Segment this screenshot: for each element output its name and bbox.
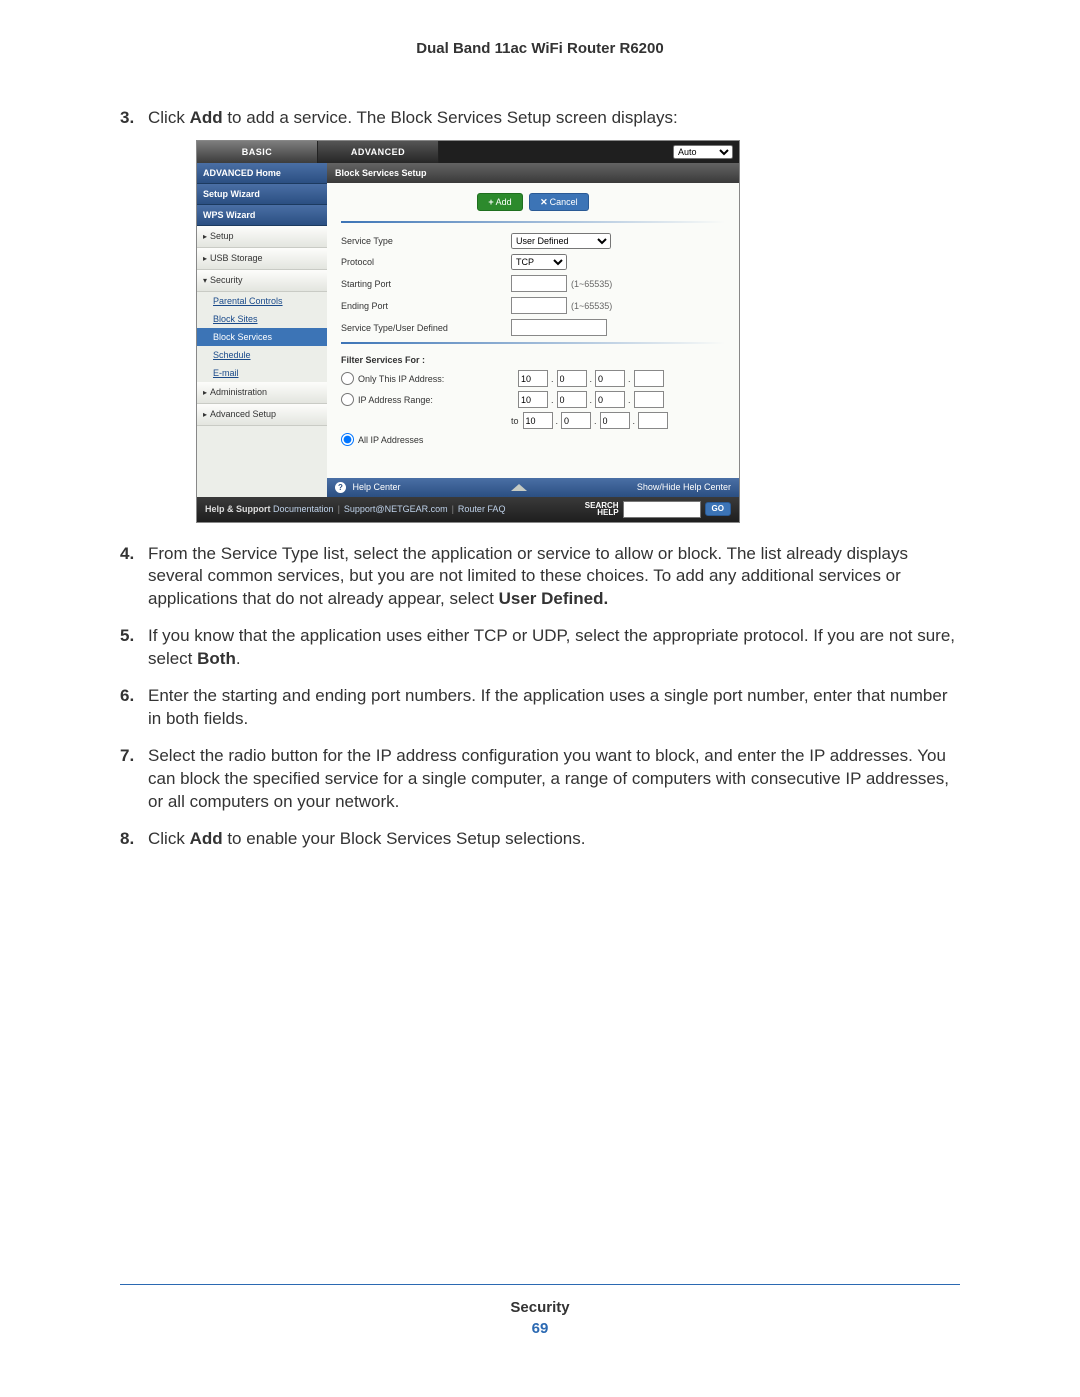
service-type-select[interactable]: User Defined <box>511 233 611 249</box>
only-this-ip-radio[interactable] <box>341 372 354 385</box>
starting-port-input[interactable] <box>511 275 567 292</box>
router-faq-link[interactable]: Router FAQ <box>458 503 506 515</box>
tab-basic[interactable]: BASIC <box>197 141 318 163</box>
ip-range-radio[interactable] <box>341 393 354 406</box>
add-button[interactable]: +Add <box>477 193 522 211</box>
footer-page-number: 69 <box>120 1320 960 1337</box>
service-user-defined-input[interactable] <box>511 319 607 336</box>
step-4: 4. From the Service Type list, select th… <box>120 543 960 612</box>
step-3-bold: Add <box>190 108 223 127</box>
step-7-text: Select the radio button for the IP addre… <box>148 746 949 811</box>
support-link[interactable]: Support@NETGEAR.com <box>344 503 448 515</box>
sidebar-advanced-home[interactable]: ADVANCED Home <box>197 163 327 184</box>
only-ip-octet-1[interactable] <box>518 370 548 387</box>
ending-port-input[interactable] <box>511 297 567 314</box>
sidebar-block-services[interactable]: Block Services <box>197 328 327 346</box>
step-7-number: 7. <box>120 745 134 768</box>
show-hide-help-link[interactable]: Show/Hide Help Center <box>637 481 731 493</box>
step-8-bold: Add <box>190 829 223 848</box>
step-8-number: 8. <box>120 828 134 851</box>
footer-section-label: Security <box>120 1299 960 1316</box>
range-from-octet-1[interactable] <box>518 391 548 408</box>
step-6-number: 6. <box>120 685 134 708</box>
range-from-octet-3[interactable] <box>595 391 625 408</box>
filter-services-title: Filter Services For : <box>341 354 725 366</box>
range-from-octet-4[interactable] <box>634 391 664 408</box>
range-from-octet-2[interactable] <box>557 391 587 408</box>
step-3-text-c: to add a service. The Block Services Set… <box>223 108 678 127</box>
sidebar-parental-controls[interactable]: Parental Controls <box>197 292 327 310</box>
step-4-number: 4. <box>120 543 134 566</box>
sidebar-advanced-setup[interactable]: Advanced Setup <box>197 404 327 426</box>
ip-range-label: IP Address Range: <box>358 394 518 406</box>
tab-advanced[interactable]: ADVANCED <box>318 141 439 163</box>
range-to-label: to <box>511 415 519 427</box>
sidebar-wps-wizard[interactable]: WPS Wizard <box>197 205 327 226</box>
expand-handle-icon[interactable] <box>511 484 527 491</box>
search-go-button[interactable]: GO <box>705 502 731 517</box>
protocol-select[interactable]: TCP <box>511 254 567 270</box>
step-4-bold: User Defined. <box>499 589 609 608</box>
help-center-button[interactable]: ? Help Center <box>335 481 401 493</box>
sidebar-setup[interactable]: Setup <box>197 226 327 248</box>
sidebar-setup-wizard[interactable]: Setup Wizard <box>197 184 327 205</box>
ending-port-hint: (1~65535) <box>571 300 612 312</box>
sidebar-administration[interactable]: Administration <box>197 382 327 404</box>
all-ip-label: All IP Addresses <box>358 434 518 446</box>
starting-port-label: Starting Port <box>341 278 511 290</box>
starting-port-hint: (1~65535) <box>571 278 612 290</box>
page-footer: Security 69 <box>120 1284 960 1337</box>
help-support-label: Help & Support <box>205 503 271 515</box>
step-6-text: Enter the starting and ending port numbe… <box>148 686 947 728</box>
only-ip-octet-3[interactable] <box>595 370 625 387</box>
step-5: 5. If you know that the application uses… <box>120 625 960 671</box>
step-5-bold: Both <box>197 649 236 668</box>
range-to-octet-1[interactable] <box>523 412 553 429</box>
step-5-text-c: . <box>236 649 241 668</box>
router-screenshot: BASIC ADVANCED Auto ADVANCED Home Setup … <box>196 140 740 523</box>
sidebar-security[interactable]: Security <box>197 270 327 292</box>
step-8-text-c: to enable your Block Services Setup sele… <box>223 829 586 848</box>
refresh-select[interactable]: Auto <box>673 145 733 159</box>
document-title: Dual Band 11ac WiFi Router R6200 <box>120 40 960 57</box>
ending-port-label: Ending Port <box>341 300 511 312</box>
step-3: 3. Click Add to add a service. The Block… <box>120 107 960 523</box>
range-to-octet-4[interactable] <box>638 412 668 429</box>
only-this-ip-label: Only This IP Address: <box>358 373 518 385</box>
step-8-text-a: Click <box>148 829 190 848</box>
content-title: Block Services Setup <box>327 163 739 183</box>
search-help-label: SEARCHHELP <box>585 502 619 516</box>
sidebar-schedule[interactable]: Schedule <box>197 346 327 364</box>
only-ip-octet-2[interactable] <box>557 370 587 387</box>
step-8: 8. Click Add to enable your Block Servic… <box>120 828 960 851</box>
sidebar: ADVANCED Home Setup Wizard WPS Wizard Se… <box>197 163 327 497</box>
step-6: 6. Enter the starting and ending port nu… <box>120 685 960 731</box>
step-5-text-a: If you know that the application uses ei… <box>148 626 955 668</box>
help-icon: ? <box>335 482 346 493</box>
sidebar-block-sites[interactable]: Block Sites <box>197 310 327 328</box>
range-to-octet-3[interactable] <box>600 412 630 429</box>
range-to-octet-2[interactable] <box>561 412 591 429</box>
step-7: 7. Select the radio button for the IP ad… <box>120 745 960 814</box>
cancel-button[interactable]: ✕Cancel <box>529 193 589 211</box>
all-ip-radio[interactable] <box>341 433 354 446</box>
only-ip-octet-4[interactable] <box>634 370 664 387</box>
service-type-label: Service Type <box>341 235 511 247</box>
protocol-label: Protocol <box>341 256 511 268</box>
service-user-defined-label: Service Type/User Defined <box>341 322 511 334</box>
search-help-input[interactable] <box>623 501 701 518</box>
sidebar-email[interactable]: E-mail <box>197 364 327 382</box>
step-3-text-a: Click <box>148 108 190 127</box>
sidebar-usb[interactable]: USB Storage <box>197 248 327 270</box>
step-3-number: 3. <box>120 107 134 130</box>
step-5-number: 5. <box>120 625 134 648</box>
documentation-link[interactable]: Documentation <box>273 503 334 515</box>
